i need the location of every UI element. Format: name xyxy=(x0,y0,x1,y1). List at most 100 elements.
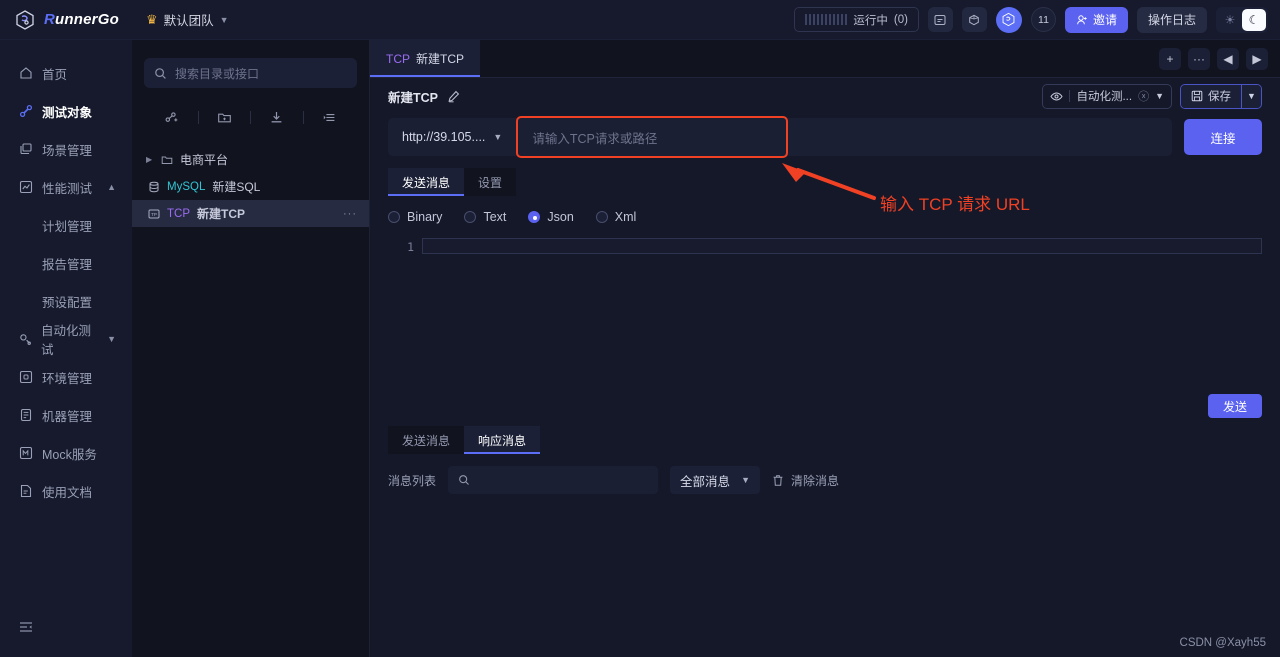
sidebar-item-machine[interactable]: 机器管理 xyxy=(0,396,132,434)
add-folder-icon[interactable] xyxy=(199,110,251,125)
avatar[interactable] xyxy=(995,6,1022,33)
tree-row-more-icon[interactable]: ··· xyxy=(343,208,357,220)
calendar-icon[interactable] xyxy=(927,7,953,32)
chevron-down-icon[interactable]: ▼ xyxy=(1155,91,1164,101)
sidebar-item-mock[interactable]: Mock服务 xyxy=(0,434,132,472)
radio-label: Xml xyxy=(614,210,637,224)
header-actions: 运行中 (0) 11 邀请 操作日志 ☀ ☾ xyxy=(794,6,1280,33)
tab-tcp[interactable]: TCP 新建TCP xyxy=(370,40,481,77)
tab-sent-messages[interactable]: 发送消息 xyxy=(388,426,465,454)
database-icon xyxy=(148,181,160,193)
save-button[interactable]: 保存 xyxy=(1181,84,1241,108)
tree-row[interactable]: ▶ 电商平台 xyxy=(132,146,369,173)
sidebar-item-docs[interactable]: 使用文档 xyxy=(0,472,132,510)
message-list-label: 消息列表 xyxy=(388,473,437,488)
member-count-badge[interactable]: 11 xyxy=(1030,7,1056,32)
gear-flask-icon xyxy=(18,332,32,347)
sidebar-item-report[interactable]: 报告管理 xyxy=(0,244,132,282)
tree-row[interactable]: TP TCP 新建TCP ··· xyxy=(132,200,369,227)
sidebar-item-test-object[interactable]: 测试对象 xyxy=(0,92,132,130)
tab-send-message[interactable]: 发送消息 xyxy=(388,168,465,196)
team-switcher[interactable]: ♛ 默认团队 ▼ xyxy=(146,10,229,29)
radio-xml[interactable]: Xml xyxy=(595,210,637,224)
sidebar-item-automation[interactable]: 自动化测试 ▼ xyxy=(0,320,132,358)
editor-gutter: 1 xyxy=(407,240,414,254)
crown-icon: ♛ xyxy=(146,11,158,27)
url-input[interactable]: 请输入TCP请求或路径 xyxy=(516,116,789,158)
url-input-placeholder: 请输入TCP请求或路径 xyxy=(532,131,658,146)
search-input[interactable]: 搜索目录或接口 xyxy=(144,58,357,88)
response-panel: 发送消息 响应消息 消息列表 全部消息 ▼ 清除消息 xyxy=(370,426,1280,494)
brand-name-rest: unnerGo xyxy=(55,11,119,28)
invite-button[interactable]: 邀请 xyxy=(1064,6,1128,33)
import-icon[interactable] xyxy=(251,110,303,125)
collapse-sidebar-icon[interactable] xyxy=(18,619,34,635)
env-icon xyxy=(18,370,33,385)
save-dropdown-button[interactable]: ▼ xyxy=(1241,84,1261,108)
save-icon xyxy=(1191,90,1203,102)
radio-label: Binary xyxy=(407,210,443,224)
pencil-icon[interactable] xyxy=(447,90,460,103)
code-editor[interactable]: 1 xyxy=(388,238,1262,386)
add-tab-button[interactable]: + xyxy=(1159,47,1181,70)
radio-binary[interactable]: Binary xyxy=(388,210,442,224)
tab-next-button[interactable]: ▶ xyxy=(1246,47,1268,70)
radio-text[interactable]: Text xyxy=(464,210,506,224)
sidebar-item-plan[interactable]: 计划管理 xyxy=(0,206,132,244)
send-button[interactable]: 发送 xyxy=(1208,394,1262,418)
tab-controls: + ··· ◀ ▶ xyxy=(1159,40,1280,77)
tab-prev-button[interactable]: ◀ xyxy=(1217,47,1239,70)
theme-toggle[interactable]: ☀ ☾ xyxy=(1216,6,1268,33)
url-bar: http://39.105.... ▼ 请输入TCP请求或路径 xyxy=(388,116,1172,158)
sidebar-item-performance[interactable]: 性能测试 ▲ xyxy=(0,168,132,206)
sun-icon[interactable]: ☀ xyxy=(1218,13,1242,27)
search-placeholder: 搜索目录或接口 xyxy=(175,66,260,81)
tree-row-label: 电商平台 xyxy=(180,153,229,167)
tree-row-tag: MySQL xyxy=(167,180,206,193)
chevron-down-icon: ▼ xyxy=(741,475,751,485)
team-label: 默认团队 xyxy=(163,14,214,28)
cube-icon[interactable] xyxy=(961,7,987,32)
status-badge: 运行中 (0) xyxy=(794,7,919,32)
chevron-up-icon[interactable]: ▲ xyxy=(107,182,116,192)
tree-row[interactable]: MySQL 新建SQL xyxy=(132,173,369,200)
sidebar: 首页 测试对象 场景管理 性能测试 ▲ 计划管理 报告管理 预设配置 自动化测试… xyxy=(0,40,132,657)
filter-list-icon[interactable] xyxy=(304,110,356,125)
clear-messages-label: 清除消息 xyxy=(791,473,840,488)
operation-log-button[interactable]: 操作日志 xyxy=(1136,6,1207,33)
add-api-icon[interactable] xyxy=(146,110,198,125)
editor-line[interactable] xyxy=(422,238,1262,254)
protocol-select[interactable]: http://39.105.... ▼ xyxy=(388,118,516,156)
layers-icon xyxy=(18,142,33,157)
connect-button[interactable]: 连接 xyxy=(1184,119,1262,155)
tab-more-button[interactable]: ··· xyxy=(1188,47,1210,70)
user-add-icon xyxy=(1076,14,1088,26)
message-filter-value: 全部消息 xyxy=(680,474,731,489)
chevron-right-icon[interactable]: ▶ xyxy=(146,155,154,164)
radio-dot xyxy=(595,211,608,223)
mock-icon xyxy=(18,446,33,461)
search-icon xyxy=(154,67,167,80)
sidebar-item-environment[interactable]: 环境管理 xyxy=(0,358,132,396)
sidebar-item-home[interactable]: 首页 xyxy=(0,54,132,92)
message-filter-select[interactable]: 全部消息 ▼ xyxy=(670,466,761,494)
clear-circle-icon[interactable]: ⓧ xyxy=(1138,88,1149,104)
sidebar-item-preset[interactable]: 预设配置 xyxy=(0,282,132,320)
message-search-input[interactable] xyxy=(448,466,659,494)
tab-label: 新建TCP xyxy=(416,52,465,66)
chevron-down-icon: ▼ xyxy=(493,132,503,142)
divider xyxy=(1069,90,1071,102)
sidebar-item-scene[interactable]: 场景管理 xyxy=(0,130,132,168)
chevron-down-icon[interactable]: ▼ xyxy=(107,334,116,344)
clear-messages-button[interactable]: 清除消息 xyxy=(772,472,839,489)
top-bar: RunnerGo ♛ 默认团队 ▼ 运行中 (0) 11 邀请 操作日志 ☀ ☾ xyxy=(0,0,1280,40)
tab-response-messages[interactable]: 响应消息 xyxy=(464,426,541,454)
editor-content[interactable] xyxy=(422,238,1262,386)
environment-select[interactable]: 自动化测... ⓧ ▼ xyxy=(1042,83,1172,109)
brand[interactable]: RunnerGo xyxy=(0,9,130,31)
tab-settings[interactable]: 设置 xyxy=(464,168,517,196)
radio-json[interactable]: Json xyxy=(528,210,574,224)
brand-name: RunnerGo xyxy=(44,11,119,28)
moon-icon[interactable]: ☾ xyxy=(1242,8,1266,31)
annotation-text: 输入 TCP 请求 URL xyxy=(880,195,1030,214)
